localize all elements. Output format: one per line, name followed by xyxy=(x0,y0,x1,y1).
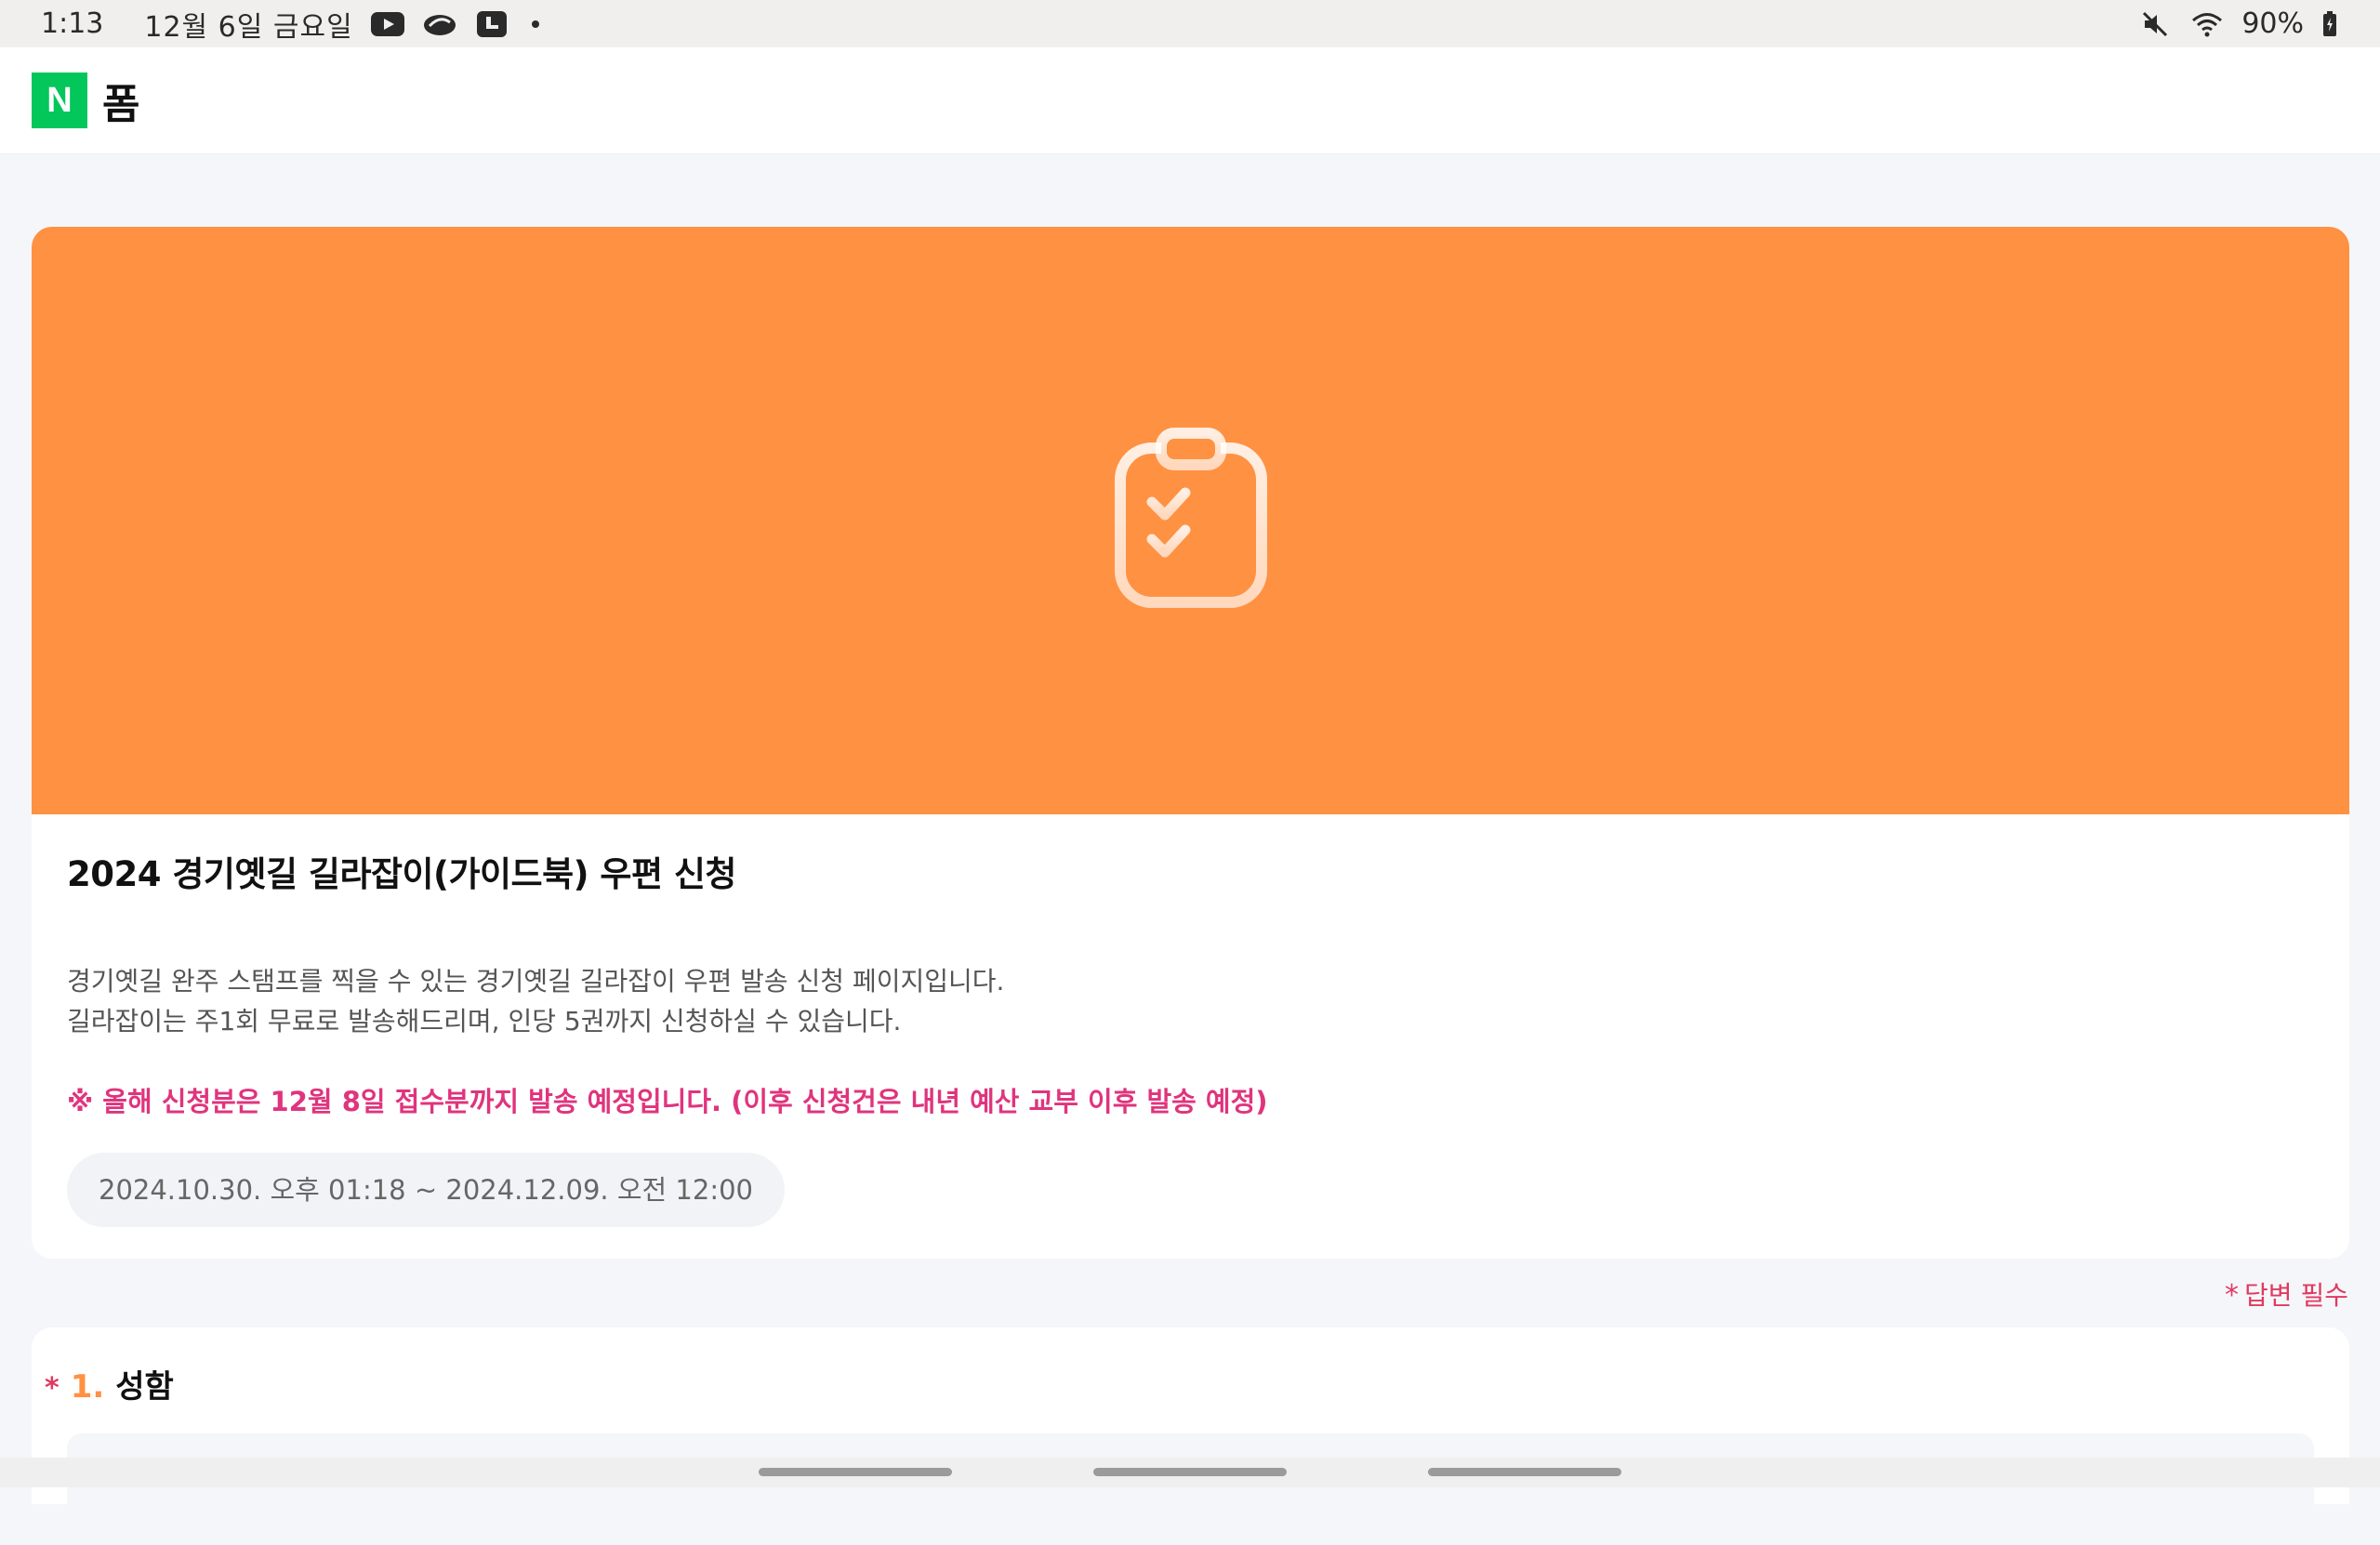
nav-handle-center[interactable] xyxy=(1093,1468,1287,1476)
app-header: N 폼 xyxy=(0,47,2380,153)
battery-icon xyxy=(2320,10,2339,38)
form-description: 경기옛길 완주 스탬프를 찍을 수 있는 경기옛길 길라잡이 우편 발송 신청 … xyxy=(67,961,2314,1041)
question-required-star: * xyxy=(45,1372,60,1405)
description-line: 길라잡이는 주1회 무료로 발송해드리며, 인당 5권까지 신청하실 수 있습니… xyxy=(67,1006,902,1037)
media-app-icon xyxy=(474,10,509,38)
status-time: 1:13 xyxy=(41,7,104,40)
clipboard-checklist-icon xyxy=(1107,426,1275,615)
question-label: 성함 xyxy=(115,1368,174,1406)
notification-dot xyxy=(531,20,539,28)
name-answer-input[interactable] xyxy=(67,1433,2314,1545)
required-answer-note: * 답변 필수 xyxy=(2225,1275,2348,1313)
nav-handle-right[interactable] xyxy=(1428,1468,1621,1476)
form-title: 2024 경기옛길 길라잡이(가이드북) 우편 신청 xyxy=(67,854,736,894)
nav-handle-left[interactable] xyxy=(759,1468,952,1476)
required-label: 답변 필수 xyxy=(2244,1280,2348,1311)
wifi-icon xyxy=(2189,10,2225,38)
status-date: 12월 6일 금요일 xyxy=(144,10,353,44)
form-notice: ※ 올해 신청분은 12월 8일 접수분까지 발송 예정입니다. (이후 신청건… xyxy=(67,1086,1268,1117)
question-header: * 1. 성함 xyxy=(45,1361,174,1406)
battery-percent: 90% xyxy=(2241,7,2304,40)
status-bar: 1:13 12월 6일 금요일 90% xyxy=(0,0,2380,47)
logo-letter: N xyxy=(46,80,73,120)
form-header-card: 2024 경기옛길 길라잡이(가이드북) 우편 신청 경기옛길 완주 스탬프를 … xyxy=(32,227,2349,1259)
naver-logo[interactable]: N xyxy=(32,73,87,128)
form-banner xyxy=(32,227,2349,814)
question-number: 1. xyxy=(70,1368,105,1406)
required-star: * xyxy=(2225,1279,2240,1312)
cloud-app-icon xyxy=(422,10,457,38)
form-period-badge: 2024.10.30. 오후 01:18 ~ 2024.12.09. 오전 12… xyxy=(67,1153,785,1227)
app-title: 폼 xyxy=(102,81,140,128)
navigation-bar xyxy=(0,1458,2380,1487)
mute-icon xyxy=(2137,10,2173,38)
youtube-icon xyxy=(370,10,405,38)
description-line: 경기옛길 완주 스탬프를 찍을 수 있는 경기옛길 길라잡이 우편 발송 신청 … xyxy=(67,966,1005,997)
